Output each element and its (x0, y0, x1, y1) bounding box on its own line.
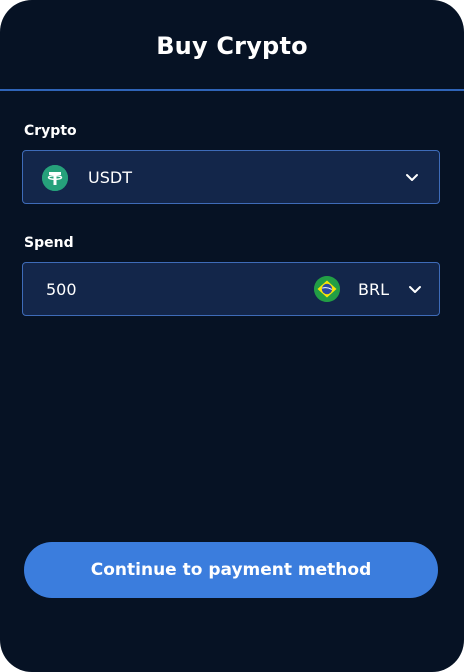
brazil-flag-icon (314, 276, 340, 302)
crypto-selected-value: USDT (88, 168, 132, 187)
page-title: Buy Crypto (156, 32, 308, 60)
spend-label: Spend (24, 235, 74, 251)
crypto-label: Crypto (24, 123, 77, 139)
crypto-select[interactable]: USDT (22, 150, 440, 204)
spend-amount-input[interactable]: 500 (46, 280, 77, 300)
continue-to-payment-button[interactable]: Continue to payment method (24, 542, 438, 598)
chevron-down-icon[interactable] (403, 169, 421, 187)
tether-icon (42, 165, 68, 191)
spend-field: 500 BRL (22, 262, 440, 316)
chevron-down-icon[interactable] (406, 281, 424, 299)
buy-crypto-card: Buy Crypto Crypto USDT Spend 500 BRL Con… (0, 0, 464, 672)
header: Buy Crypto (0, 0, 464, 91)
currency-selected-value[interactable]: BRL (358, 280, 389, 300)
